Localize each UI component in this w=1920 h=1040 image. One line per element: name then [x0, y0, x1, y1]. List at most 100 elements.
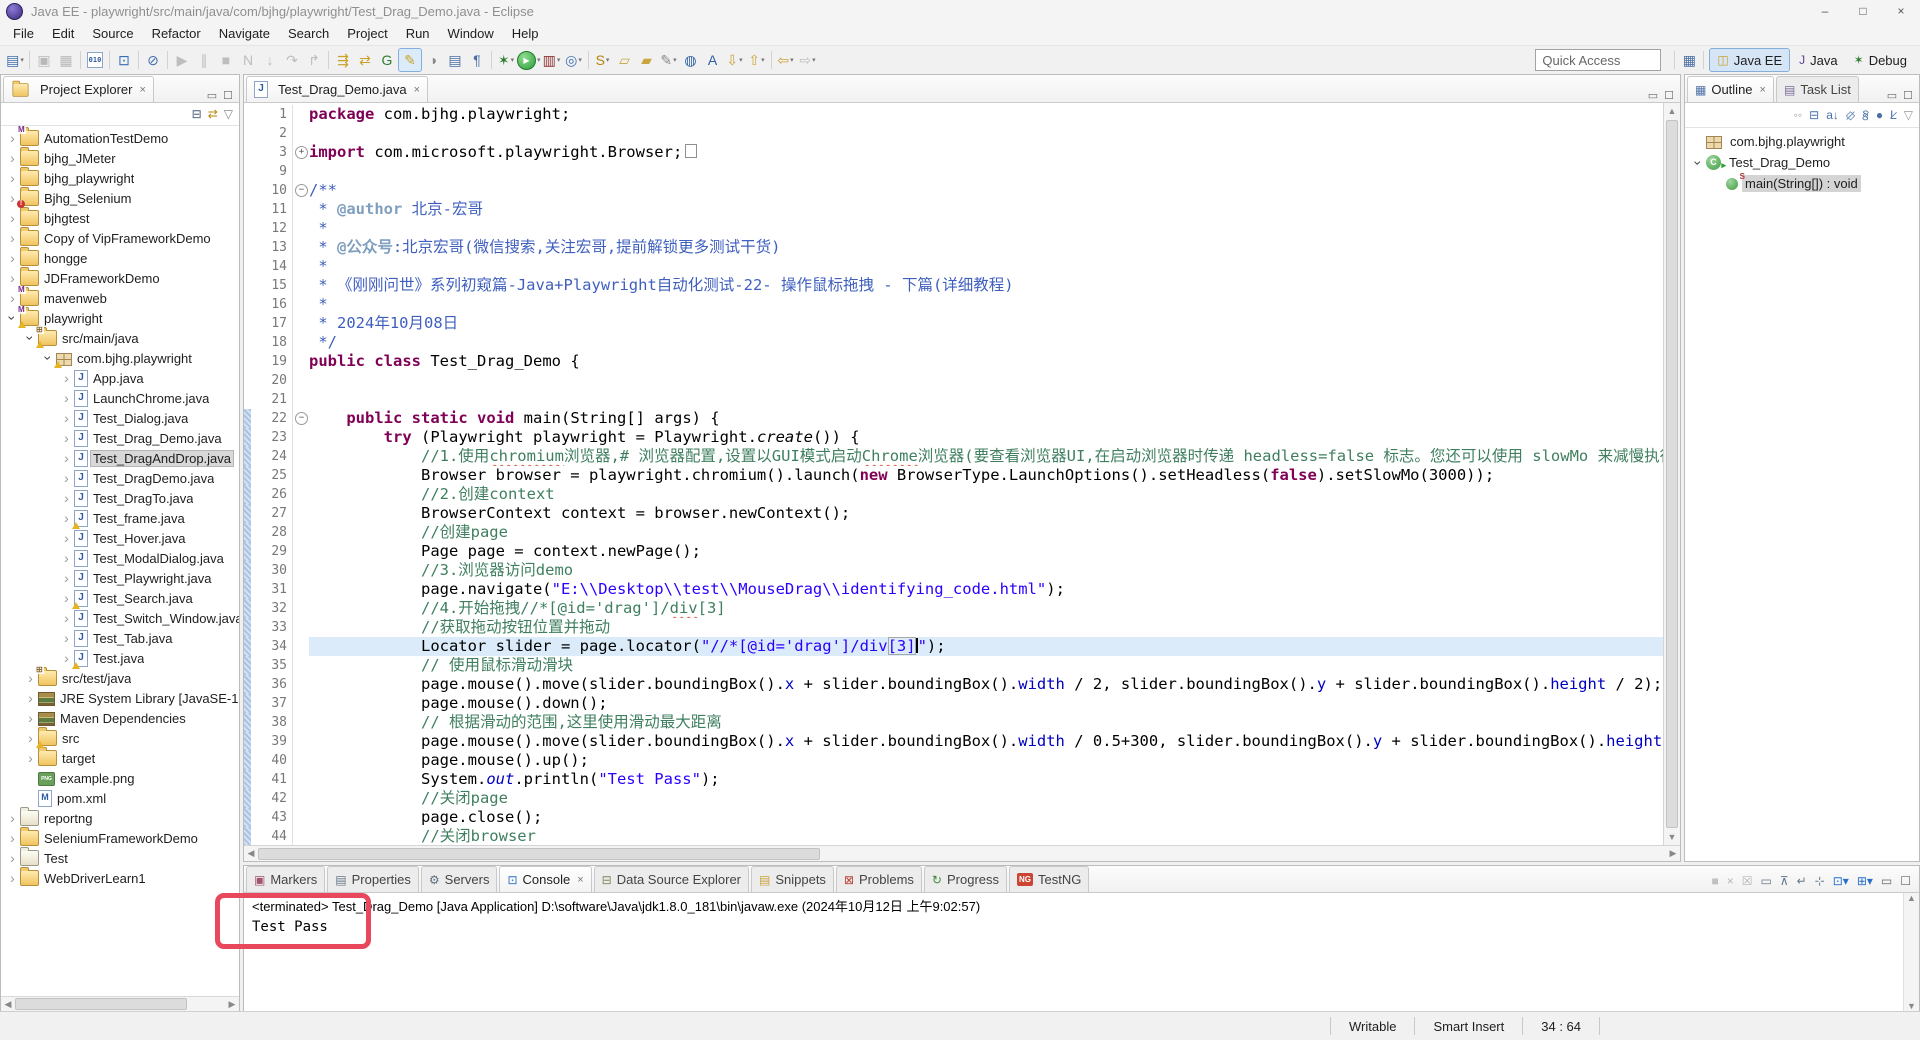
code-line-3[interactable]: 3+import com.microsoft.playwright.Browse… — [244, 143, 1663, 162]
save-button[interactable]: ▣ — [33, 49, 55, 71]
fold-column[interactable] — [292, 333, 309, 352]
tree-item-test-hover-java[interactable]: ›Test_Hover.java — [1, 528, 239, 548]
outline-item-main-string-void[interactable]: ›main(String[]) : void — [1685, 173, 1919, 194]
line-number[interactable]: 43 — [251, 808, 292, 827]
close-icon[interactable]: × — [139, 84, 145, 96]
tree-item-test-dialog-java[interactable]: ›Test_Dialog.java — [1, 408, 239, 428]
collapse-all-icon[interactable]: ⊟ — [192, 107, 202, 121]
fold-collapse-icon[interactable]: − — [295, 184, 308, 197]
fold-column[interactable] — [292, 770, 309, 789]
tree-item-launchchrome-java[interactable]: ›LaunchChrome.java — [1, 388, 239, 408]
line-number[interactable]: 10 — [251, 181, 292, 200]
chevron-collapsed-icon[interactable]: › — [5, 151, 20, 165]
fold-column[interactable] — [292, 105, 309, 124]
code-line-31[interactable]: 31 page.navigate("E:\\Desktop\\test\\Mou… — [244, 580, 1663, 599]
code-line-44[interactable]: 44 //关闭browser — [244, 827, 1663, 845]
open-file-button[interactable]: ▱ — [614, 49, 636, 71]
fold-column[interactable] — [292, 466, 309, 485]
code-line-21[interactable]: 21 — [244, 390, 1663, 409]
line-number[interactable]: 23 — [251, 428, 292, 447]
code-line-14[interactable]: 14 * — [244, 257, 1663, 276]
line-number[interactable]: 14 — [251, 257, 292, 276]
menu-refactor[interactable]: Refactor — [143, 24, 210, 43]
minimize-view-icon[interactable]: ▭ — [1887, 89, 1897, 102]
line-number[interactable]: 11 — [251, 200, 292, 219]
code-line-15[interactable]: 15 * 《刚刚问世》系列初窥篇-Java+Playwright自动化测试-22… — [244, 276, 1663, 295]
line-number[interactable]: 27 — [251, 504, 292, 523]
menu-file[interactable]: File — [4, 24, 43, 43]
chevron-collapsed-icon[interactable]: › — [23, 691, 38, 705]
maximize-view-icon[interactable]: ☐ — [223, 89, 233, 102]
java-ee-perspective-button[interactable]: ◫Java EE — [1709, 48, 1790, 72]
code-line-32[interactable]: 32 //4.开始拖拽//*[@id='drag']/div[3] — [244, 599, 1663, 618]
code-line-24[interactable]: 24 //1.使用chromium浏览器,# 浏览器配置,设置以GUI模式启动C… — [244, 447, 1663, 466]
previous-annotation-button[interactable]: ⇧▾ — [746, 49, 768, 71]
minimize-view-icon[interactable]: ▭ — [1648, 89, 1658, 102]
chevron-collapsed-icon[interactable]: › — [59, 491, 74, 505]
line-number[interactable]: 18 — [251, 333, 292, 352]
step-return-button[interactable]: ↱ — [303, 49, 325, 71]
code-line-11[interactable]: 11 * @author 北京-宏哥 — [244, 200, 1663, 219]
tab-project-explorer[interactable]: Project Explorer × — [3, 76, 154, 102]
line-number[interactable]: 1 — [251, 105, 292, 124]
next-annotation-button[interactable]: ⇩▾ — [724, 49, 746, 71]
scroll-left-icon[interactable]: ◀ — [1, 999, 15, 1010]
line-number[interactable]: 17 — [251, 314, 292, 333]
code-line-12[interactable]: 12 * — [244, 219, 1663, 238]
code-line-23[interactable]: 23 try (Playwright playwright = Playwrig… — [244, 428, 1663, 447]
menu-run[interactable]: Run — [397, 24, 439, 43]
code-line-25[interactable]: 25 Browser browser = playwright.chromium… — [244, 466, 1663, 485]
tree-item-src[interactable]: ›src — [1, 728, 239, 748]
tree-item-test-frame-java[interactable]: ›Test_frame.java — [1, 508, 239, 528]
fold-column[interactable] — [292, 561, 309, 580]
chevron-collapsed-icon[interactable]: › — [59, 431, 74, 445]
line-number[interactable]: 2 — [251, 124, 292, 143]
line-number[interactable]: 42 — [251, 789, 292, 808]
tree-item-mavenweb[interactable]: ›Mmavenweb — [1, 288, 239, 308]
tab-testng[interactable]: NGTestNG — [1009, 866, 1089, 892]
fold-column[interactable] — [292, 162, 309, 181]
maximize-view-icon[interactable]: ☐ — [1664, 89, 1674, 102]
line-number[interactable]: 36 — [251, 675, 292, 694]
chevron-collapsed-icon[interactable]: › — [5, 831, 20, 845]
tree-item-automationtestdemo[interactable]: ›MAutomationTestDemo — [1, 128, 239, 148]
tab-data-source-explorer[interactable]: ⊟Data Source Explorer — [594, 866, 749, 892]
tree-item-bjhgtest[interactable]: ›bjhgtest — [1, 208, 239, 228]
outline-item-com-bjhg-playwright[interactable]: ›com.bjhg.playwright — [1685, 131, 1919, 152]
code-line-42[interactable]: 42 //关闭page — [244, 789, 1663, 808]
tab-problems[interactable]: ⊠Problems — [836, 866, 922, 892]
fold-column[interactable] — [292, 371, 309, 390]
fold-column[interactable] — [292, 314, 309, 333]
line-number[interactable]: 24 — [251, 447, 292, 466]
fold-collapse-icon[interactable]: − — [295, 412, 308, 425]
code-line-28[interactable]: 28 //创建page — [244, 523, 1663, 542]
chevron-expanded-icon[interactable]: › — [1692, 155, 1706, 170]
code-line-35[interactable]: 35 // 使用鼠标滑动滑块 — [244, 656, 1663, 675]
code-line-2[interactable]: 2 — [244, 124, 1663, 143]
chevron-collapsed-icon[interactable]: › — [5, 851, 20, 865]
line-number[interactable]: 39 — [251, 732, 292, 751]
editor-vscrollbar[interactable]: ▲ ▼ — [1663, 103, 1680, 845]
sort-icon[interactable]: a↓ — [1826, 108, 1839, 122]
line-number[interactable]: 32 — [251, 599, 292, 618]
fold-column[interactable] — [292, 599, 309, 618]
step-into-button[interactable]: ↓ — [259, 49, 281, 71]
project-explorer-hscrollbar[interactable]: ◀ ▶ — [1, 996, 239, 1011]
fold-column[interactable] — [292, 295, 309, 314]
show-source-quickview-button[interactable]: G — [376, 49, 398, 71]
code-line-1[interactable]: 1package com.bjhg.playwright; — [244, 105, 1663, 124]
tree-item-reportng[interactable]: ›reportng — [1, 808, 239, 828]
open-console-icon[interactable]: ⊞▾ — [1857, 874, 1873, 888]
fold-column[interactable] — [292, 352, 309, 371]
tab-progress[interactable]: ↻Progress — [924, 866, 1007, 892]
line-number[interactable]: 38 — [251, 713, 292, 732]
tree-item-src-main-java[interactable]: ›⊞src/main/java — [1, 328, 239, 348]
fold-column[interactable] — [292, 390, 309, 409]
line-number[interactable]: 41 — [251, 770, 292, 789]
code-line-16[interactable]: 16 * — [244, 295, 1663, 314]
menu-edit[interactable]: Edit — [43, 24, 83, 43]
line-number[interactable]: 28 — [251, 523, 292, 542]
chevron-collapsed-icon[interactable]: › — [23, 751, 38, 765]
tab-markers[interactable]: ▣Markers — [246, 866, 325, 892]
code-line-17[interactable]: 17 * 2024年10月08日 — [244, 314, 1663, 333]
